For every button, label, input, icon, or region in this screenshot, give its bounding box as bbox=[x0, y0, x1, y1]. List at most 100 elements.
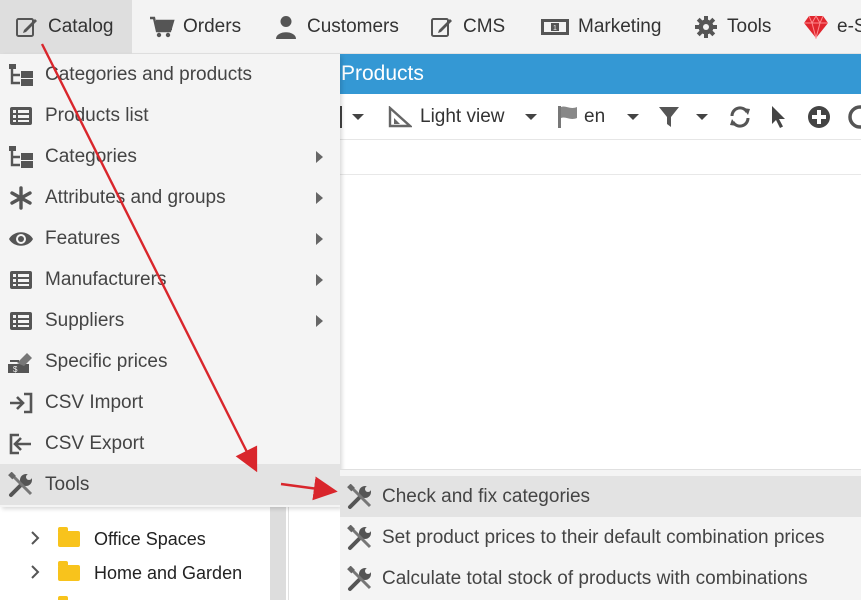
eye-icon bbox=[7, 225, 35, 253]
nav-tools-label: Tools bbox=[727, 16, 772, 37]
menu-item-categories[interactable]: Categories bbox=[0, 136, 340, 177]
menu-item-label: Tools bbox=[45, 473, 90, 495]
nav-catalog[interactable]: Catalog bbox=[0, 0, 132, 54]
asterisk-icon bbox=[7, 184, 35, 212]
sync-button[interactable] bbox=[848, 94, 861, 140]
nav-customers[interactable]: Customers bbox=[273, 0, 399, 54]
menu-item-label: Suppliers bbox=[45, 309, 125, 331]
products-toolbar: Light view en bbox=[334, 94, 861, 140]
menu-item-suppliers[interactable]: Suppliers bbox=[0, 300, 340, 341]
category-tree: Office Spaces Home and Garden bbox=[0, 507, 340, 600]
submenu-arrow-icon bbox=[316, 273, 323, 286]
menu-item-csv-import[interactable]: CSV Import bbox=[0, 382, 340, 423]
menu-item-categories-and-products[interactable]: Categories and products bbox=[0, 54, 340, 95]
nav-e-services-label: e-S bbox=[837, 16, 861, 37]
gear-icon bbox=[693, 14, 719, 40]
page-title-bar: Products bbox=[340, 54, 861, 94]
menu-item-tools[interactable]: Tools bbox=[0, 464, 340, 505]
list-icon bbox=[7, 266, 35, 294]
menu-item-manufacturers[interactable]: Manufacturers bbox=[0, 259, 340, 300]
svg-text:$: $ bbox=[13, 365, 18, 374]
caret-down-icon bbox=[627, 114, 640, 120]
tree-icon bbox=[7, 143, 35, 171]
svg-text:1: 1 bbox=[553, 25, 557, 32]
content-divider bbox=[340, 174, 861, 175]
tree-icon bbox=[7, 61, 35, 89]
caret-down-icon bbox=[696, 114, 708, 120]
chevron-right-icon[interactable] bbox=[30, 564, 50, 583]
tree-item-home-and-garden[interactable]: Home and Garden bbox=[30, 558, 242, 588]
menu-item-products-list[interactable]: Products list bbox=[0, 95, 340, 136]
nav-catalog-label: Catalog bbox=[48, 16, 114, 37]
folder-icon bbox=[58, 527, 80, 547]
menu-item-specific-prices[interactable]: $ Specific prices bbox=[0, 341, 340, 382]
menu-item-attributes-and-groups[interactable]: Attributes and groups bbox=[0, 177, 340, 218]
banknote-icon: 1 bbox=[540, 14, 570, 40]
refresh-icon bbox=[728, 105, 752, 129]
menu-item-label: Categories and products bbox=[45, 63, 253, 85]
submenu-arrow-icon bbox=[316, 314, 323, 327]
nav-e-services[interactable]: e-S bbox=[803, 0, 861, 54]
tree-item-partial[interactable] bbox=[30, 593, 94, 600]
view-mode-label: Light view bbox=[420, 106, 505, 127]
submenu-arrow-icon bbox=[316, 232, 323, 245]
view-mode-dropdown[interactable]: Light view bbox=[388, 94, 537, 140]
add-product-button[interactable] bbox=[807, 94, 831, 140]
submenu-item-label: Check and fix categories bbox=[382, 485, 591, 507]
caret-down-icon bbox=[352, 114, 364, 120]
cursor-icon bbox=[770, 105, 786, 129]
submenu-item-set-default-prices[interactable]: Set product prices to their default comb… bbox=[340, 517, 861, 558]
caret-down-icon bbox=[524, 114, 537, 120]
language-label: en bbox=[584, 106, 606, 127]
chevron-right-icon[interactable] bbox=[30, 530, 50, 549]
price-tag-icon: $ bbox=[7, 348, 35, 376]
flag-icon bbox=[556, 105, 578, 129]
list-icon bbox=[7, 102, 35, 130]
edit-icon bbox=[14, 14, 40, 40]
tree-divider bbox=[288, 507, 289, 600]
filter-dropdown[interactable] bbox=[658, 94, 708, 140]
menu-item-features[interactable]: Features bbox=[0, 218, 340, 259]
nav-marketing-label: Marketing bbox=[578, 16, 662, 37]
submenu-item-label: Set product prices to their default comb… bbox=[382, 526, 825, 548]
page-title: Products bbox=[341, 62, 424, 85]
menu-item-label: CSV Export bbox=[45, 432, 145, 454]
menu-item-csv-export[interactable]: CSV Export bbox=[0, 423, 340, 464]
submenu-item-check-fix-categories[interactable]: Check and fix categories bbox=[340, 476, 861, 517]
export-icon bbox=[7, 430, 35, 458]
language-dropdown[interactable]: en bbox=[556, 94, 640, 140]
nav-cms[interactable]: CMS bbox=[429, 0, 505, 54]
menu-item-label: Attributes and groups bbox=[45, 186, 226, 208]
select-mode-button[interactable] bbox=[770, 94, 786, 140]
tree-item-label: Office Spaces bbox=[94, 528, 206, 549]
menu-item-label: CSV Import bbox=[45, 391, 144, 413]
menu-item-label: Products list bbox=[45, 104, 149, 126]
list-icon bbox=[7, 307, 35, 335]
nav-marketing[interactable]: 1 Marketing bbox=[540, 0, 661, 54]
wrench-icon bbox=[346, 483, 374, 511]
tree-scrollbar[interactable] bbox=[270, 507, 286, 600]
top-navigation-bar: Catalog Orders Customers CMS 1 Marketing… bbox=[0, 0, 861, 54]
tools-submenu: Check and fix categories Set product pri… bbox=[340, 469, 861, 600]
nav-tools[interactable]: Tools bbox=[693, 0, 771, 54]
ruby-gem-icon bbox=[803, 14, 829, 40]
folder-icon bbox=[58, 561, 80, 581]
submenu-arrow-icon bbox=[316, 191, 323, 204]
nav-customers-label: Customers bbox=[307, 16, 399, 37]
wrench-icon bbox=[346, 565, 374, 593]
wrench-icon bbox=[346, 524, 374, 552]
user-icon bbox=[273, 14, 299, 40]
submenu-item-calculate-total-stock[interactable]: Calculate total stock of products with c… bbox=[340, 558, 861, 599]
import-icon bbox=[7, 389, 35, 417]
refresh-button[interactable] bbox=[728, 94, 752, 140]
edit-icon bbox=[429, 14, 455, 40]
tree-item-office-spaces[interactable]: Office Spaces bbox=[30, 524, 206, 554]
sync-icon bbox=[848, 103, 861, 131]
nav-orders-label: Orders bbox=[183, 16, 242, 37]
add-circle-icon bbox=[807, 105, 831, 129]
submenu-item-label: Calculate total stock of products with c… bbox=[382, 567, 808, 589]
tree-item-label: Home and Garden bbox=[94, 562, 243, 583]
nav-orders[interactable]: Orders bbox=[149, 0, 241, 54]
wrench-icon bbox=[7, 471, 35, 499]
submenu-arrow-icon bbox=[316, 150, 323, 163]
